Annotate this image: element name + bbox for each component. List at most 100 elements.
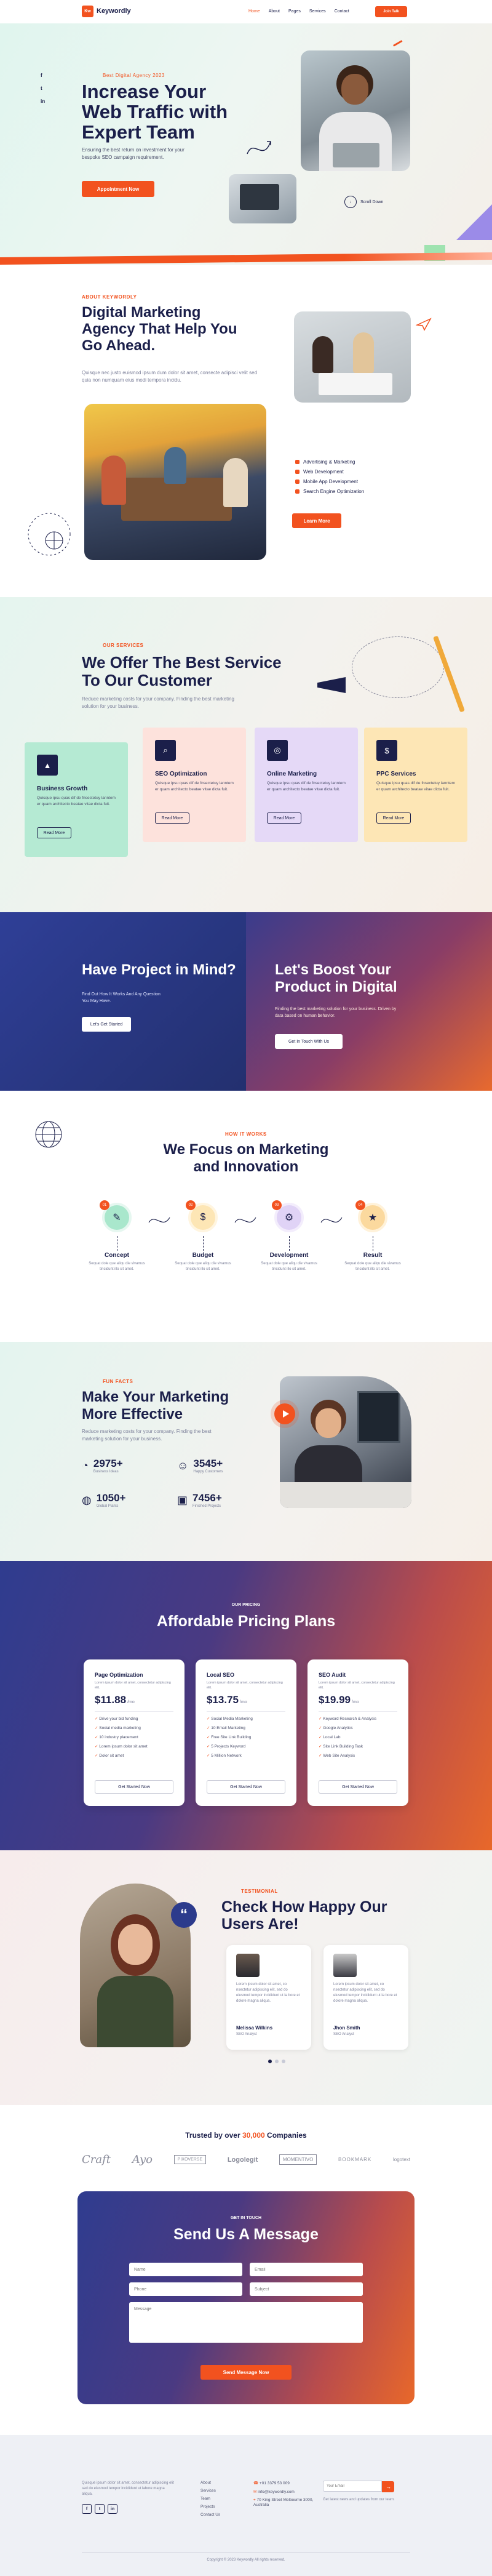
process-step: ★ 04 Result Sequat dole que aliqu die vi… [343,1200,402,1272]
step-number: 03 [272,1200,282,1210]
service-card: ◎ Online Marketing Quisque ipsu quas dif… [255,728,358,842]
plan-feature: 10 industry placement [99,1735,138,1739]
slider-dot[interactable] [275,2060,279,2063]
twitter-icon[interactable]: t [41,86,45,91]
slider-dot-active[interactable] [268,2060,272,2063]
email-input[interactable] [250,2263,363,2276]
get-in-touch-button[interactable]: Get In Touch With Us [275,1034,343,1049]
plan-features: ✓ Drive your bid funding ✓ Social media … [95,1716,148,1758]
service-title: Business Growth [37,785,88,792]
pricing-title: Affordable Pricing Plans [156,1613,336,1630]
nav-link-pages[interactable]: Pages [288,9,301,14]
read-more-button[interactable]: Read More [155,813,189,824]
cta-left-body: Find Out How It Works And Any Question Y… [82,992,161,1003]
hero-section: Kw Keywordly Home About Pages Services C… [0,0,492,265]
footer-email[interactable]: info@keywordly.com [258,2490,295,2494]
read-more-button[interactable]: Read More [37,827,71,838]
quote-badge-icon: “ [171,1902,197,1928]
dotted-circle-decoration [28,513,71,556]
newsletter-form: → Get latest news and updates from our t… [323,2481,397,2503]
footer-link-services[interactable]: Services [200,2489,220,2493]
about-women-laptop-photo [294,311,411,403]
join-talk-button[interactable]: Join Talk [375,6,407,17]
client-logo: Logolegit [227,2156,258,2164]
footer-contact: ☎ +01 3379 53 009 ✉ info@keywordly.com ⌖… [253,2481,321,2507]
testimonial-name: Melissa Wilkins [236,2025,273,2031]
service-desc: Quisque ipsu quas dif de fnsectetuy lann… [376,781,455,792]
send-message-button[interactable]: Send Message Now [200,2365,292,2380]
subject-input[interactable] [250,2282,363,2296]
hero-body: Ensuring the best return on investment f… [82,147,184,160]
step-title: Concept [105,1252,129,1259]
footer-phone[interactable]: +01 3379 53 009 [260,2481,290,2486]
phone-icon: ☎ [253,2481,260,2486]
read-more-button[interactable]: Read More [376,813,411,824]
footer-link-team[interactable]: Team [200,2497,220,2501]
plan-feature: Local Lab [323,1735,341,1739]
plan-price: $13.75 [207,1694,239,1706]
cta-right-title: Let's Boost Your Product in Digital [275,961,397,995]
newsletter-email-input[interactable] [323,2481,382,2492]
get-started-button[interactable]: Get Started Now [95,1780,173,1794]
services-eyebrow: OUR SERVICES [103,643,144,648]
scroll-down-badge[interactable]: ↓ Scroll Down [344,196,383,208]
plan-price: $11.88 [95,1694,127,1706]
step-desc: Sequat dole que aliqu die vivamus tincid… [89,1262,145,1271]
pricing-section: OUR PRICING Affordable Pricing Plans Pag… [0,1561,492,1850]
check-icon [295,489,300,494]
marketing-icon: ◎ [267,740,288,761]
about-list-item: Web Development [303,469,344,475]
lets-get-started-button[interactable]: Let's Get Started [82,1017,131,1032]
nav-link-services[interactable]: Services [309,9,326,14]
footer-link-about[interactable]: About [200,2481,220,2485]
twitter-icon[interactable]: t [95,2504,105,2514]
plan-feature: Dolor sit amet [99,1754,124,1758]
nav-link-about[interactable]: About [269,9,280,14]
get-started-button[interactable]: Get Started Now [207,1780,285,1794]
plan-price: $19.99 [319,1694,351,1706]
linkedin-icon[interactable]: in [41,98,45,104]
pricing-card: Local SEO Lorem ipsum dolor sit amet, co… [196,1659,296,1806]
about-eyebrow: ABOUT KEYWORDLY [82,294,137,300]
name-input[interactable] [129,2263,242,2276]
get-started-button[interactable]: Get Started Now [319,1780,397,1794]
logo-mark[interactable]: Kw [82,6,93,17]
service-title: PPC Services [376,771,416,777]
stats-eyebrow: FUN FACTS [103,1379,133,1384]
play-video-button[interactable] [274,1403,295,1424]
facebook-icon[interactable]: f [82,2504,92,2514]
plan-name: SEO Audit [319,1672,346,1678]
linkedin-icon[interactable]: in [108,2504,117,2514]
brand-name[interactable]: Keywordly [97,7,131,15]
hero-title: Increase Your Web Traffic with Expert Team [82,81,228,143]
plan-feature: Keyword Research & Analysis [323,1717,376,1721]
stat-value: 1050+ [96,1492,126,1504]
about-list-item: Advertising & Marketing [303,459,355,465]
plan-desc: Lorem ipsum dolor sit amet, consectetur … [95,1681,171,1690]
about-list-item: Mobile App Development [303,479,358,484]
message-textarea[interactable] [129,2302,363,2343]
phone-input[interactable] [129,2282,242,2296]
learn-more-button[interactable]: Learn More [292,513,341,528]
footer-link-projects[interactable]: Projects [200,2505,220,2509]
appointment-button[interactable]: Appointment Now [82,181,154,197]
nav-link-contact[interactable]: Contact [335,9,349,14]
megaphone-illustration [315,634,469,714]
hero-woman-photo [301,50,410,171]
read-more-button[interactable]: Read More [267,813,301,824]
facebook-icon[interactable]: f [41,73,45,78]
step-title: Result [363,1252,383,1259]
slider-dot[interactable] [282,2060,285,2063]
testimonial-quote: Lorem ipsum dolor sit amet, co nsectetur… [333,1983,397,2003]
nav-link-home[interactable]: Home [248,9,260,14]
stat-label: Global Plants [96,1504,119,1508]
about-feature-list: Advertising & Marketing Web Development … [295,459,364,494]
footer-link-contact[interactable]: Contact Us [200,2513,220,2517]
stat-label: Finished Projects [192,1504,221,1508]
cta-right-panel: Let's Boost Your Product in Digital Findi… [246,912,492,1091]
plan-period: /mo [352,1700,359,1704]
process-step: ✎ 01 Concept Sequat dole que aliqu die v… [87,1200,146,1272]
footer-section: Quisque ipsum dolor sit amet, consectetu… [0,2435,492,2576]
newsletter-submit-button[interactable]: → [382,2481,395,2492]
seo-icon: ⌕ [155,740,176,761]
